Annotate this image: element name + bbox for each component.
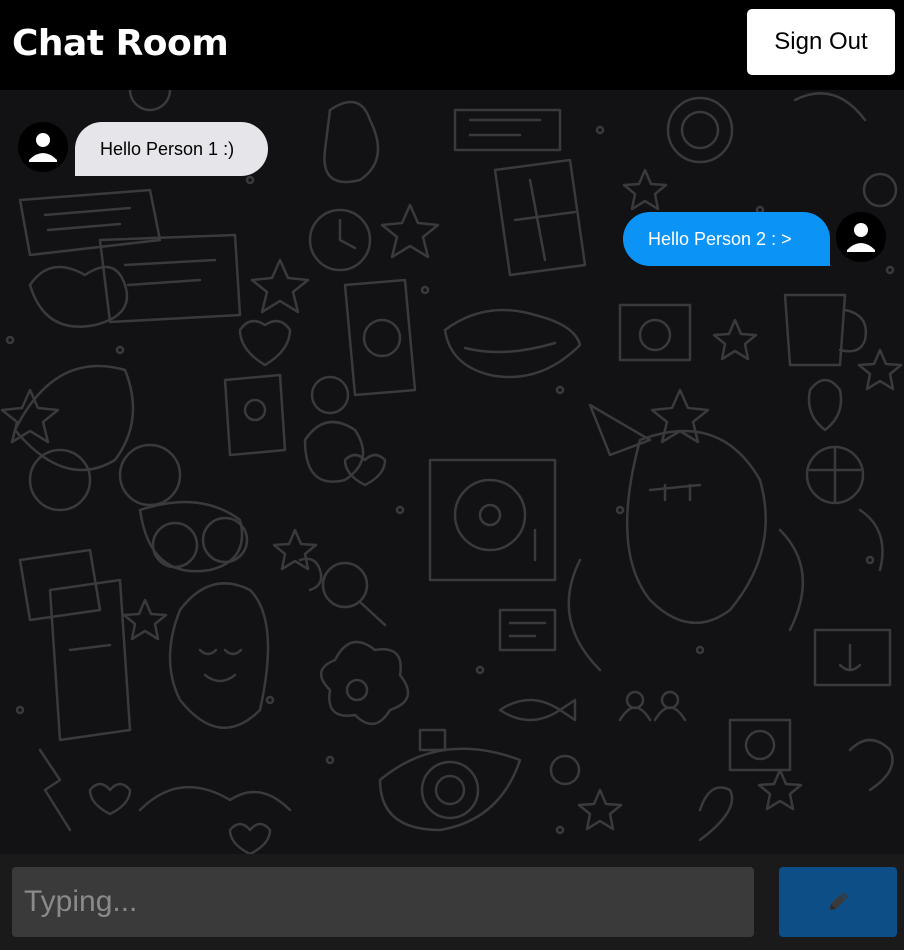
received-message: Hello Person 1 :) xyxy=(75,122,268,176)
avatar xyxy=(18,122,68,172)
user-icon xyxy=(18,122,68,172)
message-list[interactable]: Hello Person 1 :) Hello Person 2 : > xyxy=(0,90,904,854)
sign-out-button[interactable]: Sign Out xyxy=(747,9,895,75)
doodle-wallpaper xyxy=(0,90,903,854)
message-composer xyxy=(0,854,904,950)
pen-icon xyxy=(830,892,848,910)
avatar xyxy=(836,212,886,262)
message-input[interactable] xyxy=(12,867,754,937)
user-icon xyxy=(836,212,886,262)
chat-app: Chat Room Sign Out Hello Person 1:) Hel… xyxy=(0,0,904,950)
sent-message: Hello Person 2 : > xyxy=(623,212,830,266)
send-button[interactable] xyxy=(779,867,897,937)
app-header: Chat Room Sign Out xyxy=(0,0,904,90)
page-title: Chat Room xyxy=(12,23,229,64)
